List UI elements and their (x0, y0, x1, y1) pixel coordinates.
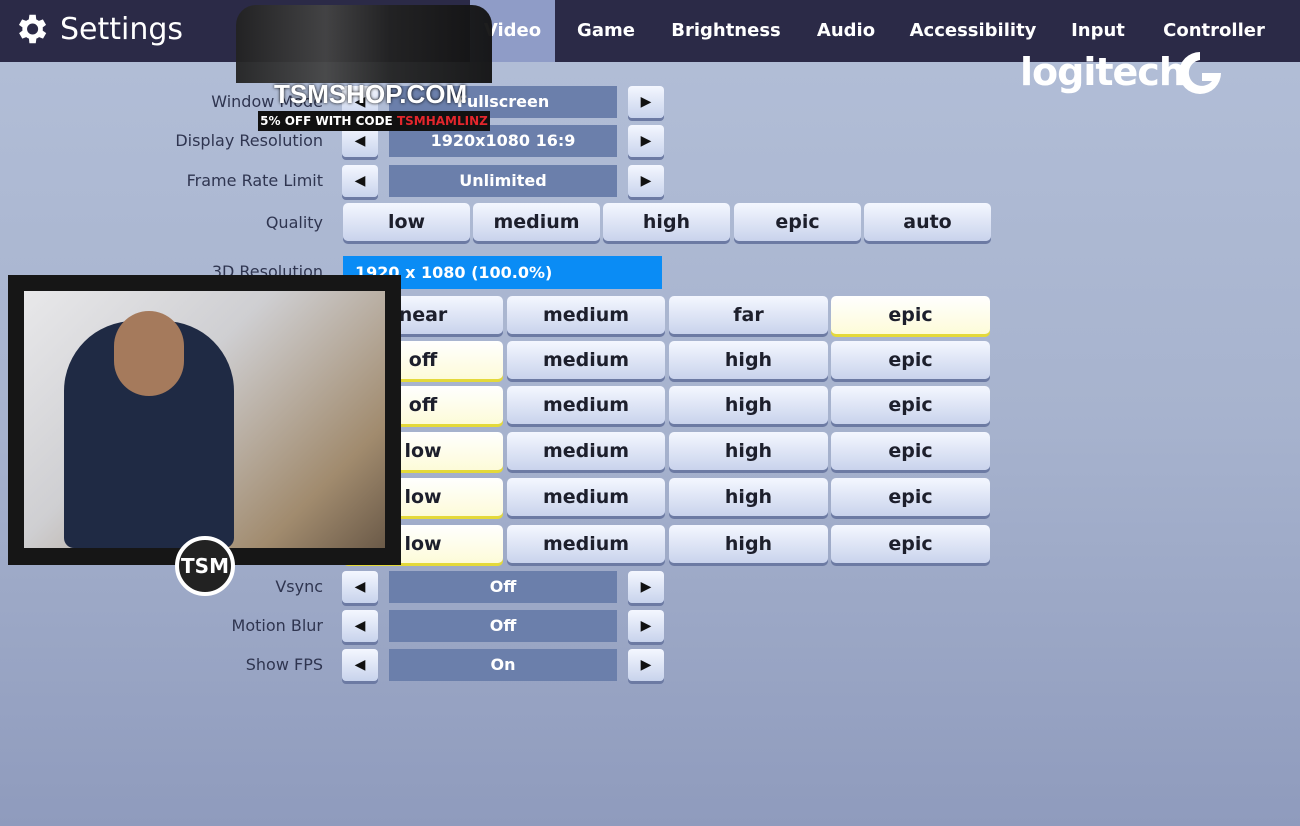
option-button[interactable]: epic (831, 386, 990, 424)
option-button[interactable]: high (669, 432, 828, 470)
promo-code: 5% OFF WITH CODE TSMHAMLINZ (258, 111, 490, 131)
option-button[interactable]: medium (507, 525, 665, 563)
quality-option-medium[interactable]: medium (473, 203, 600, 241)
tab-audio[interactable]: Audio (806, 0, 886, 62)
quality-label: Quality (265, 213, 323, 232)
show_fps-left-arrow-icon[interactable]: ◀ (342, 649, 378, 681)
frame_rate-left-arrow-icon[interactable]: ◀ (342, 165, 378, 197)
promo-code-value: TSMHAMLINZ (396, 114, 488, 128)
option-button[interactable]: high (669, 341, 828, 379)
option-button[interactable]: epic (831, 432, 990, 470)
frame_rate-value: Unlimited (389, 165, 617, 197)
logitech-logo: logitech (1020, 50, 1186, 94)
tab-brightness[interactable]: Brightness (662, 0, 790, 62)
option-button[interactable]: high (669, 478, 828, 516)
motion_blur-label: Motion Blur (231, 616, 323, 635)
frame_rate-right-arrow-icon[interactable]: ▶ (628, 165, 664, 197)
show_fps-label: Show FPS (245, 655, 323, 674)
vsync-left-arrow-icon[interactable]: ◀ (342, 571, 378, 603)
show_fps-value: On (389, 649, 617, 681)
frame_rate-label: Frame Rate Limit (186, 171, 323, 190)
gear-icon (18, 14, 47, 44)
display_resolution-label: Display Resolution (175, 131, 323, 150)
settings-title: Settings (12, 10, 183, 48)
vsync-right-arrow-icon[interactable]: ▶ (628, 571, 664, 603)
webcam-overlay (8, 275, 401, 565)
motion_blur-right-arrow-icon[interactable]: ▶ (628, 610, 664, 642)
option-button[interactable]: epic (831, 525, 990, 563)
option-button[interactable]: medium (507, 296, 665, 334)
shop-url: TSMSHOP.COM (274, 79, 468, 109)
page-title: Settings (60, 11, 184, 47)
option-button[interactable]: epic (831, 341, 990, 379)
quality-option-auto[interactable]: auto (864, 203, 991, 241)
tab-game[interactable]: Game (565, 0, 647, 62)
vsync-label: Vsync (275, 577, 323, 596)
logitech-g-icon (1179, 52, 1221, 94)
webcam-feed (24, 291, 385, 548)
display_resolution-right-arrow-icon[interactable]: ▶ (628, 125, 664, 157)
option-button[interactable]: medium (507, 386, 665, 424)
quality-option-low[interactable]: low (343, 203, 470, 241)
option-button[interactable]: far (669, 296, 828, 334)
option-button[interactable]: epic (831, 296, 990, 334)
option-button[interactable]: high (669, 525, 828, 563)
option-button[interactable]: medium (507, 478, 665, 516)
quality-option-epic[interactable]: epic (734, 203, 861, 241)
merch-image (236, 5, 492, 83)
option-button[interactable]: epic (831, 478, 990, 516)
show_fps-right-arrow-icon[interactable]: ▶ (628, 649, 664, 681)
promo-text: 5% OFF WITH CODE (260, 114, 393, 128)
quality-option-high[interactable]: high (603, 203, 730, 241)
shop-ad-overlay: TSMSHOP.COM 5% OFF WITH CODE TSMHAMLINZ (236, 5, 492, 131)
option-button[interactable]: high (669, 386, 828, 424)
vsync-value: Off (389, 571, 617, 603)
option-button[interactable]: medium (507, 432, 665, 470)
motion_blur-left-arrow-icon[interactable]: ◀ (342, 610, 378, 642)
motion_blur-value: Off (389, 610, 617, 642)
tsm-logo: TSM (175, 536, 235, 596)
option-button[interactable]: medium (507, 341, 665, 379)
window_mode-right-arrow-icon[interactable]: ▶ (628, 86, 664, 118)
